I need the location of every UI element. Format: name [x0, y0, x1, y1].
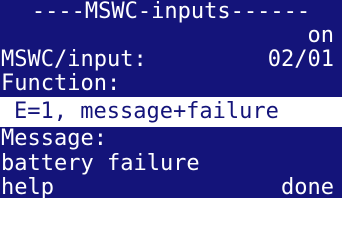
done-softkey[interactable]: done [281, 176, 334, 198]
message-label: Message: [0, 127, 342, 152]
mswc-input-value[interactable]: 02/01 [268, 48, 334, 72]
message-value-field[interactable]: battery failure [0, 152, 342, 176]
mswc-input-row[interactable]: MSWC/input: 02/01 [0, 48, 342, 72]
function-label: Function: [0, 72, 342, 97]
function-value-field[interactable]: E=1, message+failure [0, 97, 342, 127]
mswc-input-label: MSWC/input: [1, 48, 147, 72]
mswc-inputs-screen: ----MSWC-inputs------ on MSWC/input: 02/… [0, 0, 342, 246]
softkey-bar: help done [0, 176, 342, 198]
status-value: on [0, 24, 342, 48]
help-softkey[interactable]: help [1, 176, 54, 198]
page-title: ----MSWC-inputs------ [0, 0, 342, 24]
